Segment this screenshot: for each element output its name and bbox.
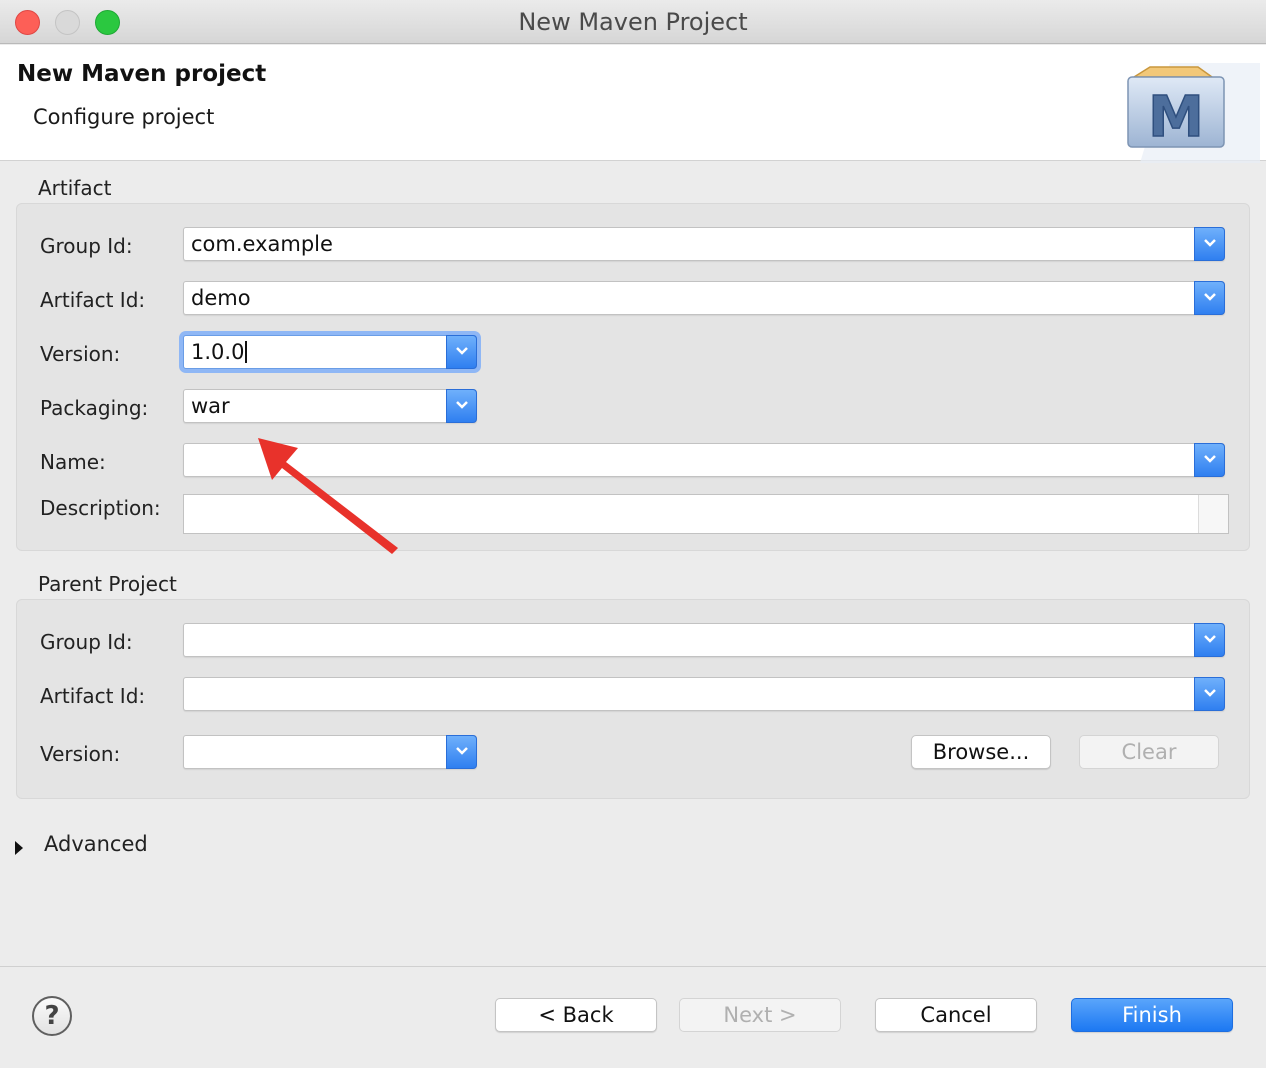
disclosure-triangle-icon[interactable] [14,840,24,856]
parent-artifact-id-label: Artifact Id: [40,684,146,708]
window-title: New Maven Project [518,8,748,36]
parent-artifact-id-combo[interactable] [183,677,1225,711]
page-title: New Maven project [17,61,267,87]
svg-text:M: M [1148,85,1204,150]
artifact-id-combo[interactable]: demo [183,281,1225,315]
footer-divider [0,966,1266,967]
title-bar: New Maven Project [0,0,1266,44]
advanced-label: Advanced [44,832,148,856]
artifact-group-title: Artifact [38,176,112,200]
parent-group-id-label: Group Id: [40,630,133,654]
packaging-combo[interactable]: war [183,389,477,423]
chevron-down-icon[interactable] [1194,227,1225,261]
chevron-down-icon[interactable] [1194,623,1225,657]
version-combo[interactable]: 1.0.0 [183,335,477,369]
parent-group-id-combo[interactable] [183,623,1225,657]
packaging-label: Packaging: [40,396,149,420]
description-label: Description: [40,496,161,520]
parent-version-label: Version: [40,742,121,766]
browse-button[interactable]: Browse... [911,735,1051,769]
help-icon[interactable]: ? [32,996,72,1036]
next-button[interactable]: Next > [679,998,841,1032]
maven-logo: M [1127,63,1260,163]
name-label: Name: [40,450,106,474]
chevron-down-icon[interactable] [446,735,477,769]
description-textarea[interactable] [183,494,1229,534]
packaging-value: war [191,394,230,418]
chevron-down-icon[interactable] [446,389,477,423]
cancel-button[interactable]: Cancel [875,998,1037,1032]
group-id-combo[interactable]: com.example [183,227,1225,261]
version-label: Version: [40,342,121,366]
wizard-header: New Maven project Configure project M [0,45,1266,163]
version-value: 1.0.0 [191,340,248,364]
group-id-value: com.example [191,232,333,256]
clear-button[interactable]: Clear [1079,735,1219,769]
back-button[interactable]: < Back [495,998,657,1032]
artifact-id-label: Artifact Id: [40,288,146,312]
parent-group-title: Parent Project [38,572,177,596]
chevron-down-icon[interactable] [1194,281,1225,315]
chevron-down-icon[interactable] [1194,443,1225,477]
finish-button[interactable]: Finish [1071,998,1233,1032]
artifact-id-value: demo [191,286,251,310]
group-id-label: Group Id: [40,234,133,258]
chevron-down-icon[interactable] [1194,677,1225,711]
chevron-down-icon[interactable] [446,335,477,369]
page-subtitle: Configure project [33,105,215,129]
parent-version-combo[interactable] [183,735,477,769]
name-combo[interactable] [183,443,1225,477]
scrollbar[interactable] [1198,495,1228,533]
